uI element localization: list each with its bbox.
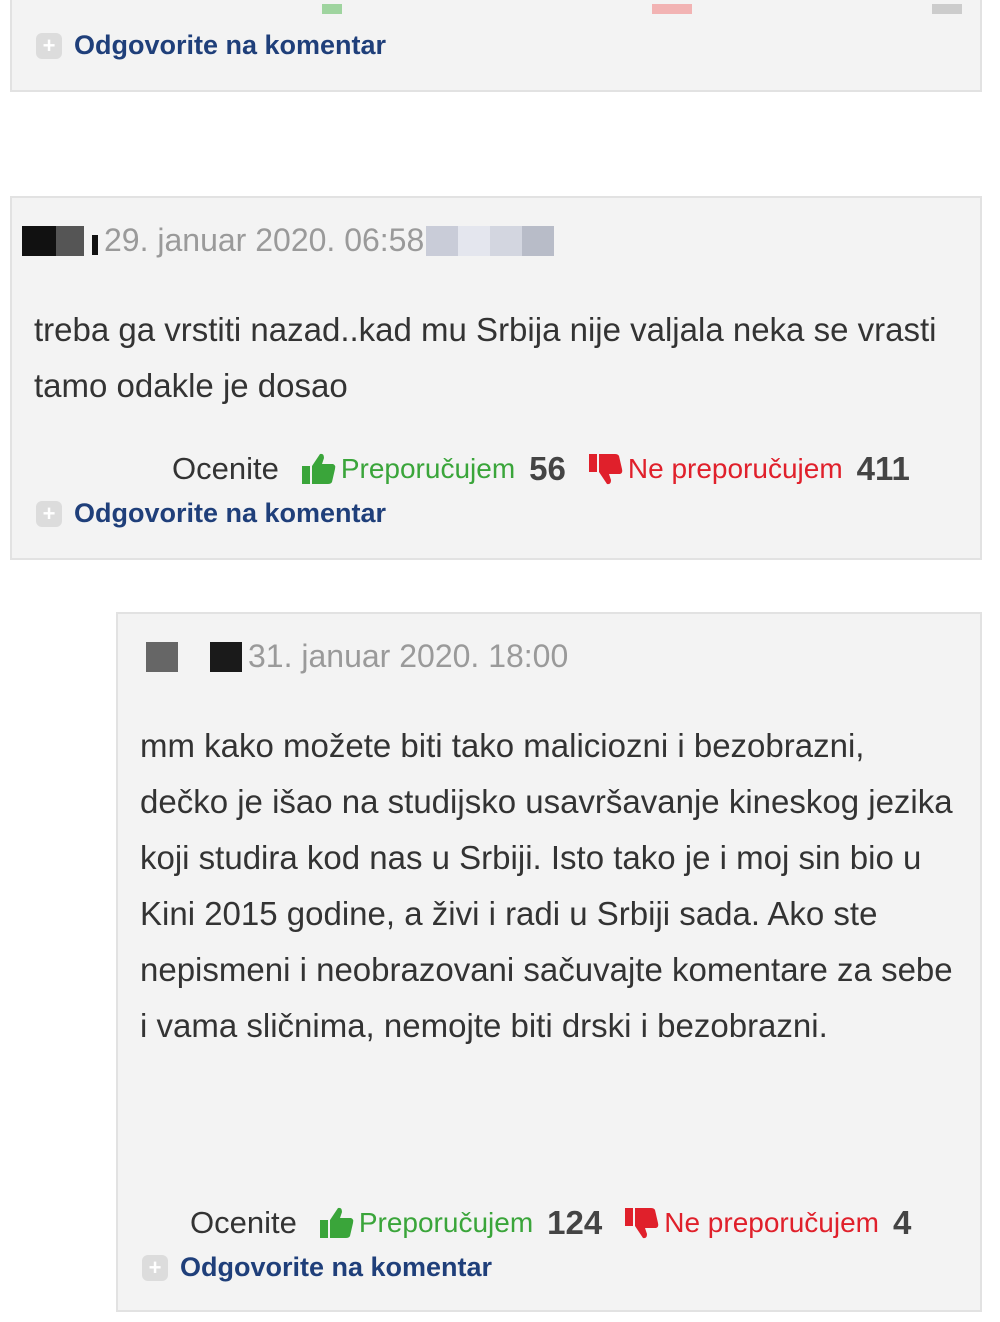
cut-off-rating-row (312, 0, 972, 18)
not-recommend-label: Ne preporučujem (664, 1207, 879, 1238)
recommend-label: Preporučujem (340, 453, 516, 484)
comment-text: treba ga vrstiti nazad..kad mu Srbija ni… (34, 311, 937, 404)
rate-label: Ocenite (172, 451, 279, 486)
rate-label: Ocenite (190, 1205, 297, 1240)
thumbs-down-icon (625, 1208, 659, 1239)
recommend-button[interactable]: Preporučujem (301, 452, 515, 486)
comment-card-partial: + Odgovorite na komentar (10, 0, 982, 92)
comment-date: 29. januar 2020. 06:58 (104, 222, 425, 258)
comment-card: 29. januar 2020. 06:58 treba ga vrstiti … (10, 196, 982, 560)
comment-text: mm kako možete biti tako maliciozni i be… (140, 727, 953, 1044)
redacted-username (22, 225, 98, 256)
recommend-count: 56 (529, 450, 566, 487)
reply-comment-card: 31. januar 2020. 18:00 mm kako možete bi… (116, 612, 982, 1312)
recommend-count: 124 (547, 1204, 603, 1241)
comment-meta: 29. januar 2020. 06:58 (22, 222, 555, 259)
redacted-pixels (426, 225, 555, 256)
reply-link[interactable]: + Odgovorite na komentar (36, 498, 386, 529)
not-recommend-button[interactable]: Ne preporučujem (588, 452, 843, 486)
redacted-username (146, 641, 242, 672)
reply-link-label: Odgovorite na komentar (74, 30, 387, 60)
reply-link-label: Odgovorite na komentar (180, 1252, 493, 1282)
not-recommend-label: Ne preporučujem (627, 453, 843, 484)
not-recommend-button[interactable]: Ne preporučujem (624, 1206, 879, 1240)
recommend-label: Preporučujem (358, 1207, 534, 1238)
plus-icon: + (36, 32, 62, 59)
plus-icon: + (142, 1254, 168, 1281)
reply-link[interactable]: + Odgovorite na komentar (142, 1252, 492, 1283)
reply-link-label: Odgovorite na komentar (74, 498, 387, 528)
rating-row: Ocenite Preporučujem 56 Ne preporučujem … (172, 450, 910, 488)
recommend-button[interactable]: Preporučujem (319, 1206, 533, 1240)
thumbs-up-icon (301, 453, 336, 484)
plus-icon: + (36, 500, 62, 527)
not-recommend-count: 4 (893, 1204, 912, 1241)
reply-link[interactable]: + Odgovorite na komentar (36, 30, 386, 61)
thumbs-down-icon (588, 454, 623, 485)
thumbs-up-icon (319, 1207, 354, 1238)
rating-row: Ocenite Preporučujem 124 Ne preporučujem… (190, 1204, 911, 1242)
comment-meta: 31. januar 2020. 18:00 (146, 638, 568, 675)
not-recommend-count: 411 (856, 450, 910, 487)
comment-date: 31. januar 2020. 18:00 (248, 638, 569, 674)
